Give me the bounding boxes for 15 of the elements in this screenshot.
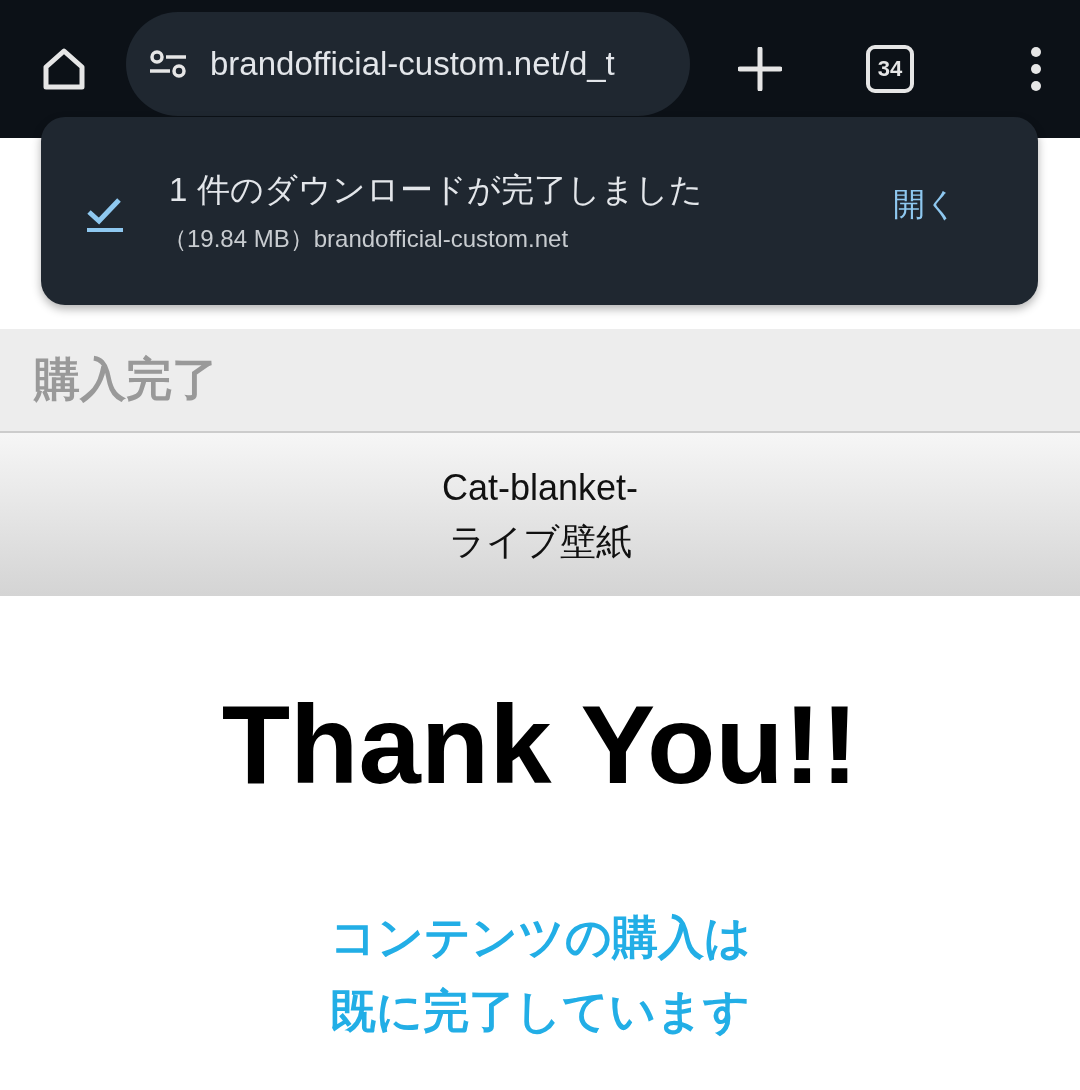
product-name-line: ライブ壁紙 <box>447 519 633 564</box>
page-title: 購入完了 <box>34 352 218 407</box>
new-tab-icon[interactable] <box>738 47 782 91</box>
product-name-line: Cat-blanket- <box>441 465 639 510</box>
menu-icon[interactable] <box>1030 47 1042 91</box>
thank-you-heading: Thank You!! <box>220 681 860 809</box>
url-text: brandofficial-custom.net/d_t <box>210 45 615 83</box>
notification-title: 1 件のダウンロードが完了しました <box>169 169 704 210</box>
tab-count[interactable]: 34 <box>866 45 914 93</box>
site-settings-icon[interactable] <box>148 48 188 80</box>
message-line: 既に完了しています <box>329 984 751 1039</box>
address-bar[interactable]: brandofficial-custom.net/d_t <box>126 12 690 116</box>
message-line: コンテンツの購入は <box>328 910 752 965</box>
open-button[interactable]: 開く <box>893 183 958 227</box>
notification-detail: （19.84 MB）brandofficial-custom.net <box>163 223 570 254</box>
